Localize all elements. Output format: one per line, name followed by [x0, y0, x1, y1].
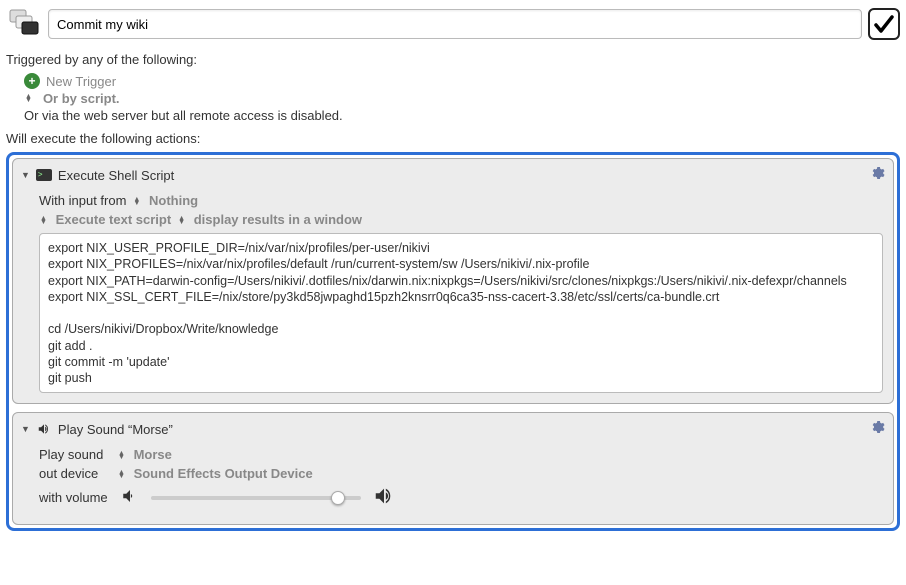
enabled-checkbox[interactable]: [868, 8, 900, 40]
exec-mode-selector[interactable]: Execute text script: [39, 212, 171, 227]
gear-icon[interactable]: [869, 419, 885, 439]
terminal-icon: [36, 169, 52, 181]
input-source-selector[interactable]: Nothing: [132, 193, 198, 208]
new-trigger-label: New Trigger: [46, 74, 116, 89]
action-title: Execute Shell Script: [58, 168, 174, 183]
updown-icon: [117, 452, 126, 460]
device-value: Sound Effects Output Device: [134, 466, 313, 481]
updown-icon: [24, 95, 33, 103]
script-textarea[interactable]: export NIX_USER_PROFILE_DIR=/nix/var/nix…: [39, 233, 883, 393]
play-sound-label: Play sound: [39, 447, 111, 462]
device-selector[interactable]: Sound Effects Output Device: [117, 466, 313, 481]
actions-heading: Will execute the following actions:: [6, 131, 900, 146]
plus-icon: +: [24, 73, 40, 89]
updown-icon: [132, 198, 141, 206]
display-mode-value: display results in a window: [194, 212, 362, 227]
input-source-value: Nothing: [149, 193, 198, 208]
sound-selector[interactable]: Morse: [117, 447, 172, 462]
volume-high-icon: [373, 485, 395, 510]
or-script-label: Or by script.: [43, 91, 120, 106]
with-input-label: With input from: [39, 193, 126, 208]
actions-list: ▼ Execute Shell Script With input from N…: [6, 152, 900, 531]
macro-icon[interactable]: [6, 6, 42, 42]
action-play-sound: ▼ Play Sound “Morse” Play sound Morse ou…: [12, 412, 894, 525]
disclosure-triangle[interactable]: ▼: [21, 424, 30, 434]
web-server-note: Or via the web server but all remote acc…: [24, 108, 900, 123]
updown-icon: [117, 471, 126, 479]
volume-low-icon: [121, 487, 139, 508]
volume-slider[interactable]: [151, 496, 361, 500]
new-trigger-button[interactable]: + New Trigger: [24, 73, 900, 89]
gear-icon[interactable]: [869, 165, 885, 185]
disclosure-triangle[interactable]: ▼: [21, 170, 30, 180]
volume-label: with volume: [39, 490, 111, 505]
device-label: out device: [39, 466, 111, 481]
speaker-icon: [36, 422, 52, 436]
exec-mode-value: Execute text script: [56, 212, 172, 227]
display-mode-selector[interactable]: display results in a window: [177, 212, 362, 227]
or-by-script-button[interactable]: Or by script.: [24, 91, 900, 106]
action-title: Play Sound “Morse”: [58, 422, 173, 437]
triggers-heading: Triggered by any of the following:: [6, 52, 900, 67]
updown-icon: [39, 217, 48, 225]
sound-value: Morse: [134, 447, 172, 462]
updown-icon: [177, 217, 186, 225]
action-execute-shell: ▼ Execute Shell Script With input from N…: [12, 158, 894, 404]
macro-title-input[interactable]: [48, 9, 862, 39]
